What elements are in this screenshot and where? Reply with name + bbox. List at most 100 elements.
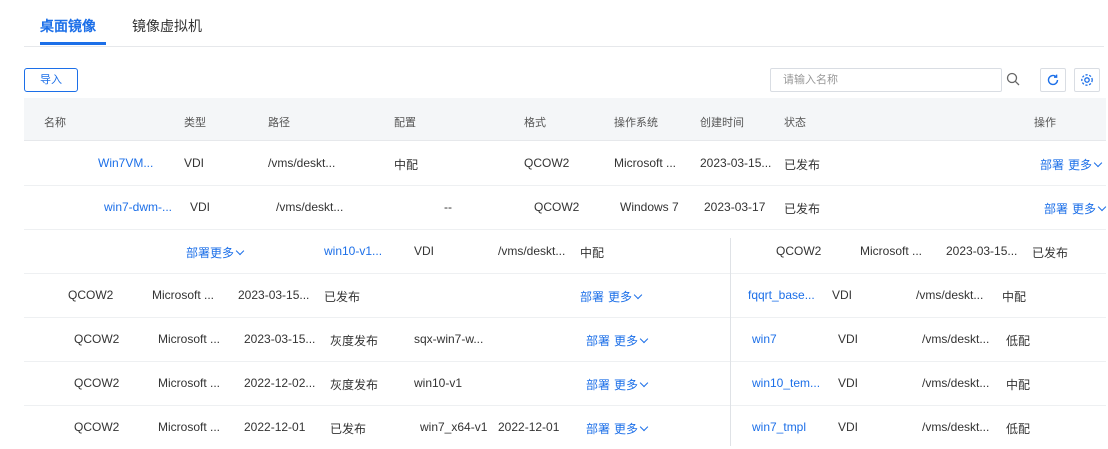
deploy-button[interactable]: 部署 xyxy=(586,420,610,437)
more-label: 更多 xyxy=(614,334,639,348)
image-type: VDI xyxy=(838,376,859,390)
image-path: /vms/deskt... xyxy=(922,332,990,346)
image-name-link[interactable]: win7_tmpl xyxy=(752,420,806,434)
column-divider xyxy=(730,238,731,446)
search-box xyxy=(770,68,1002,92)
table-row: win10-v1... VDI /vms/deskt... 中配 QCOW2 M… xyxy=(24,229,1106,274)
table-row: win7-dwm-... VDI /vms/deskt... -- QCOW2 … xyxy=(24,185,1107,230)
image-os: Microsoft ... xyxy=(860,244,923,258)
settings-button[interactable] xyxy=(1074,68,1100,92)
image-os: Microsoft ... xyxy=(152,288,215,302)
image-source-vm: win10-v1 xyxy=(414,376,463,390)
image-name-link[interactable]: fqqrt_base... xyxy=(748,288,815,302)
deploy-button[interactable]: 部署 xyxy=(580,288,604,305)
table-row: QCOW2 Microsoft ... 2022-12-01 已发布 win7_… xyxy=(24,405,1106,449)
image-time: 2023-03-17 xyxy=(704,200,766,214)
image-os: Microsoft ... xyxy=(158,376,221,390)
deploy-button[interactable]: 部署 xyxy=(586,332,610,349)
image-os: Microsoft ... xyxy=(158,332,221,346)
image-config: 中配 xyxy=(1002,290,1027,304)
image-type: VDI xyxy=(838,332,859,346)
table-row: QCOW2 Microsoft ... 2023-03-15... 已发布 部署… xyxy=(24,273,1106,318)
deploy-button[interactable]: 部署 xyxy=(186,244,210,261)
header-name[interactable]: 名称 xyxy=(44,114,66,130)
image-path: /vms/deskt... xyxy=(276,200,344,214)
image-config: 低配 xyxy=(1006,334,1031,348)
search-icon[interactable] xyxy=(1006,72,1020,86)
tab-desktop-image[interactable]: 桌面镜像 xyxy=(40,16,96,36)
image-status: 已发布 xyxy=(1032,246,1069,260)
image-status: 已发布 xyxy=(784,158,821,172)
image-format: QCOW2 xyxy=(74,376,120,390)
header-type: 类型 xyxy=(184,117,206,129)
header-path: 路径 xyxy=(268,117,290,129)
image-format: QCOW2 xyxy=(74,420,120,434)
image-type: VDI xyxy=(190,200,211,214)
more-dropdown[interactable]: 更多 xyxy=(614,376,649,393)
image-time: 2022-12-01 xyxy=(244,420,306,434)
image-status: 灰度发布 xyxy=(330,378,379,392)
more-label: 更多 xyxy=(614,422,639,436)
image-format: QCOW2 xyxy=(524,156,570,170)
more-dropdown[interactable]: 更多 xyxy=(1068,156,1103,173)
table-row: QCOW2 Microsoft ... 2023-03-15... 灰度发布 s… xyxy=(24,317,1106,362)
more-dropdown[interactable]: 更多 xyxy=(210,244,245,261)
more-dropdown[interactable]: 更多 xyxy=(614,420,649,437)
deploy-button[interactable]: 部署 xyxy=(1044,200,1068,217)
table-row: QCOW2 Microsoft ... 2022-12-02... 灰度发布 w… xyxy=(24,361,1106,406)
image-config: 中配 xyxy=(580,246,605,260)
chevron-down-icon xyxy=(639,334,649,344)
header-time[interactable]: 创建时间 xyxy=(700,114,744,130)
refresh-button[interactable] xyxy=(1040,68,1066,92)
image-config: 中配 xyxy=(394,158,419,172)
image-time: 2023-03-15... xyxy=(700,156,772,170)
more-dropdown[interactable]: 更多 xyxy=(1072,200,1107,217)
more-label: 更多 xyxy=(608,290,633,304)
image-time: 2023-03-15... xyxy=(244,332,316,346)
image-path: /vms/deskt... xyxy=(498,244,566,258)
header-os: 操作系统 xyxy=(614,117,658,129)
image-path: /vms/deskt... xyxy=(268,156,336,170)
image-type: VDI xyxy=(832,288,853,302)
image-time: 2023-03-15... xyxy=(946,244,1018,258)
image-os: Windows 7 xyxy=(620,200,679,214)
image-source-vm: win7_x64-v1 xyxy=(420,420,488,434)
image-name-link[interactable]: win10-v1... xyxy=(324,244,382,258)
image-status: 已发布 xyxy=(784,202,821,216)
more-label: 更多 xyxy=(1072,202,1097,216)
image-type: VDI xyxy=(838,420,859,434)
chevron-down-icon xyxy=(235,246,245,256)
image-source-vm: sqx-win7-w... xyxy=(414,332,484,346)
image-path: /vms/deskt... xyxy=(922,420,990,434)
image-os: Microsoft ... xyxy=(158,420,221,434)
header-format: 格式 xyxy=(524,117,546,129)
header-status: 状态 xyxy=(784,117,806,129)
header-actions: 操作 xyxy=(1034,117,1056,129)
chevron-down-icon xyxy=(639,378,649,388)
image-format: QCOW2 xyxy=(776,244,822,258)
import-button[interactable]: 导入 xyxy=(24,68,78,92)
more-dropdown[interactable]: 更多 xyxy=(614,332,649,349)
deploy-button[interactable]: 部署 xyxy=(1040,156,1064,173)
image-format: QCOW2 xyxy=(534,200,580,214)
image-name-link[interactable]: win10_tem... xyxy=(752,376,820,390)
image-name-link[interactable]: Win7VM... xyxy=(98,156,153,170)
active-tab-indicator xyxy=(40,42,106,45)
deploy-button[interactable]: 部署 xyxy=(586,376,610,393)
tab-image-vm[interactable]: 镜像虚拟机 xyxy=(132,16,202,36)
more-label: 更多 xyxy=(614,378,639,392)
header-config: 配置 xyxy=(394,117,416,129)
image-source-time: 2022-12-01 xyxy=(498,420,560,434)
image-path: /vms/deskt... xyxy=(916,288,984,302)
image-table: 名称 类型 路径 配置 格式 操作系统 创建时间 状态 操作 Win7VM...… xyxy=(24,98,1107,449)
image-name-link[interactable]: win7 xyxy=(752,332,777,346)
image-name-link[interactable]: win7-dwm-... xyxy=(104,200,172,214)
more-dropdown[interactable]: 更多 xyxy=(608,288,643,305)
chevron-down-icon xyxy=(639,422,649,432)
table-row: Win7VM... VDI /vms/deskt... 中配 QCOW2 Mic… xyxy=(24,141,1106,186)
more-label: 更多 xyxy=(1068,158,1093,172)
image-status: 灰度发布 xyxy=(330,334,379,348)
image-os: Microsoft ... xyxy=(614,156,677,170)
search-input[interactable] xyxy=(781,69,985,91)
more-label: 更多 xyxy=(210,246,235,260)
